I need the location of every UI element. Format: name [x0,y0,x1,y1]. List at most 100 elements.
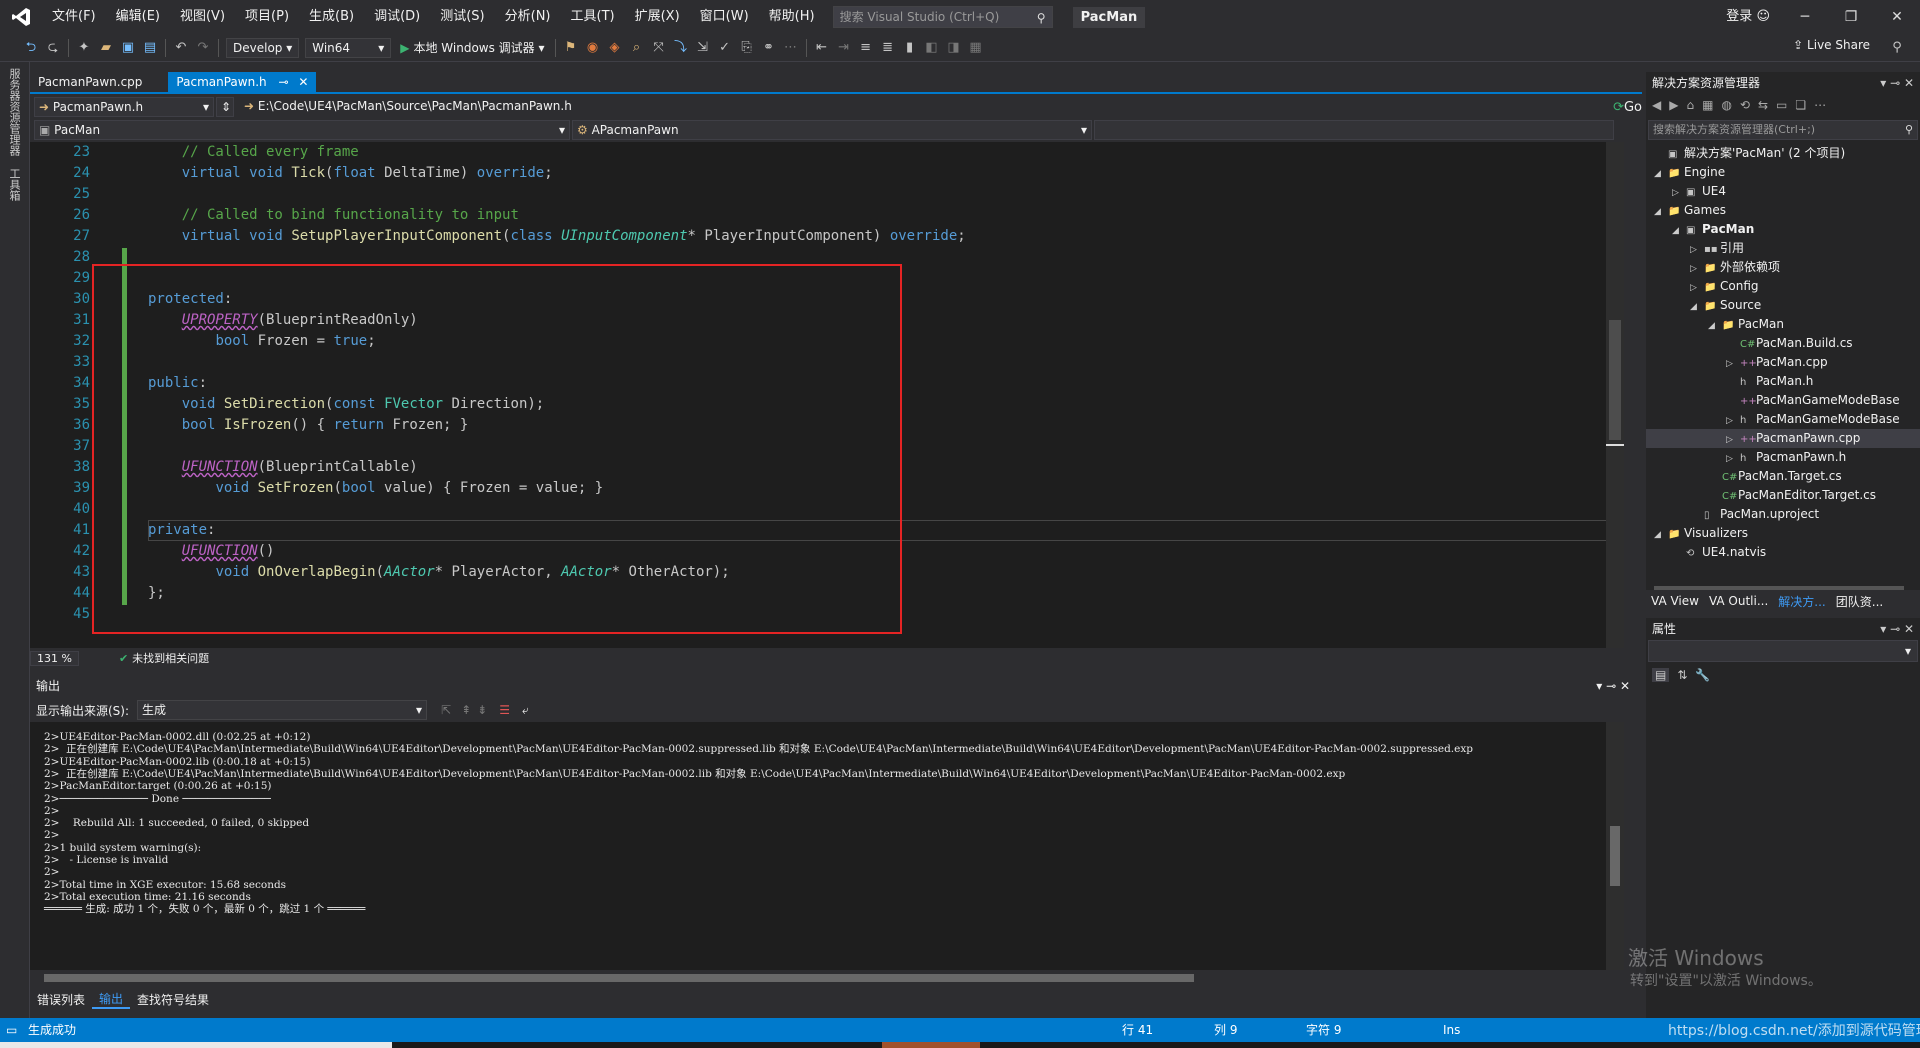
tree-item[interactable]: h PacMan.h [1646,372,1920,391]
home-icon[interactable]: ⌂ [1686,98,1694,112]
file-select[interactable]: ➜ PacmanPawn.h ▾ [34,97,214,117]
open-folder-icon[interactable]: ▰ [95,37,117,59]
properties-object-select[interactable]: ▾ [1648,640,1918,662]
menu-item[interactable]: 编辑(E) [106,0,170,34]
comment-icon[interactable]: ≡ [855,37,877,59]
server-explorer-tab[interactable]: 服务器资源管理器 [0,62,28,162]
save-all-icon[interactable]: ▤ [139,37,161,59]
va-tool-icon[interactable]: ◈ [604,37,626,59]
show-all-files-icon[interactable]: ❏ [1795,98,1806,112]
feedback-icon[interactable]: ⚲ [1886,37,1908,59]
history-icon[interactable]: ⟲ [1740,98,1750,112]
go-button[interactable]: ⟳Go [1613,100,1642,115]
uncomment-icon[interactable]: ≣ [877,37,899,59]
property-pages-icon[interactable]: 🔧 [1695,668,1710,682]
next-message-icon[interactable]: ⇟ [477,703,487,717]
class-scope-select[interactable]: ⚙ APacmanPawn ▾ [572,120,1092,140]
panel-window-controls[interactable]: ▾ ⊸ ✕ [1880,72,1914,94]
editor-vertical-scrollbar[interactable] [1606,142,1624,648]
solution-search-input[interactable]: 搜索解决方案资源管理器(Ctrl+;) ⚲ [1648,120,1918,140]
tab-pacmanpawn-h[interactable]: PacmanPawn.h ⊸ ✕ [168,72,317,92]
tree-item[interactable]: ▷ 📁 Config [1646,277,1920,296]
quick-launch-search-input[interactable]: 搜索 Visual Studio (Ctrl+Q) ⚲ [832,6,1053,28]
clear-all-icon[interactable]: ☰ [499,703,510,717]
menu-item[interactable]: 帮助(H) [759,0,825,34]
pin-icon[interactable]: ⊸ [278,75,288,89]
tree-item[interactable]: ◢ 📁 Games [1646,201,1920,220]
menu-item[interactable]: 调试(D) [364,0,430,34]
undo-icon[interactable]: ↶ [170,37,192,59]
zoom-level-select[interactable]: 131 % [30,650,79,666]
tree-item[interactable]: C#PacManEditor.Target.cs [1646,486,1920,505]
output-source-select[interactable]: 生成 ▾ [137,700,428,720]
panel-window-controls[interactable]: ▾ ⊸ ✕ [1596,676,1630,696]
save-icon[interactable]: ▣ [117,37,139,59]
menu-item[interactable]: 生成(B) [299,0,364,34]
menu-item[interactable]: 测试(S) [430,0,494,34]
link-icon[interactable]: ⚭ [758,37,780,59]
tree-item[interactable]: C#PacMan.Target.cs [1646,467,1920,486]
tab-solution-explorer[interactable]: 解决方... [1773,593,1830,610]
alphabetical-icon[interactable]: ⇅ [1677,668,1687,682]
menu-item[interactable]: 扩展(X) [625,0,690,34]
tree-item[interactable]: ▷ 📁 外部依赖项 [1646,258,1920,277]
tree-item[interactable]: ◢ 📁 PacMan [1646,315,1920,334]
tab-error-list[interactable]: 错误列表 [30,991,92,1008]
output-vertical-scrollbar[interactable] [1606,722,1624,970]
prev-bookmark-icon[interactable]: ◧ [921,37,943,59]
tree-item[interactable]: C#PacMan.Build.cs [1646,334,1920,353]
member-scope-select[interactable] [1094,120,1614,140]
file-path-select[interactable]: ➜ E:\Code\UE4\PacMan\Source\PacMan\Pacma… [240,97,1340,117]
menu-item[interactable]: 窗口(W) [690,0,759,34]
outdent-icon[interactable]: ⇥ [833,37,855,59]
bookmark-list-icon[interactable]: ⎘ [736,37,758,59]
issues-indicator[interactable]: ✔ 未找到相关问题 [119,650,209,666]
find-icon[interactable]: ⌕ [626,37,648,59]
tree-item[interactable]: ◢ 📁 Source [1646,296,1920,315]
menu-item[interactable]: 视图(V) [170,0,235,34]
properties-icon[interactable]: ⋯ [1814,98,1826,112]
scroll-thumb[interactable] [44,974,1194,982]
tree-item[interactable]: ◢ 📁 Visualizers [1646,524,1920,543]
file-select-spinner[interactable]: ⇕ [216,97,234,117]
goto-icon[interactable]: ⇲ [692,37,714,59]
code-editor[interactable]: 23 // Called every frame 24 virtual void … [30,142,1624,648]
categorized-icon[interactable]: ▤ [1652,668,1670,682]
menu-item[interactable]: 文件(F) [42,0,106,34]
tab-output[interactable]: 输出 [92,990,131,1009]
start-debugging-button[interactable]: ▶ 本地 Windows 调试器 ▾ [394,39,550,56]
scroll-thumb[interactable] [1610,826,1620,886]
tree-item[interactable]: ▷ ▣ UE4 [1646,182,1920,201]
project-scope-select[interactable]: ▣ PacMan ▾ [34,120,570,140]
new-project-icon[interactable]: ✦ [73,37,95,59]
prev-message-icon[interactable]: ⇞ [461,703,471,717]
collapse-all-icon[interactable]: ▭ [1776,98,1787,112]
configuration-select[interactable]: Develop ▾ [226,37,300,58]
menu-item[interactable]: 分析(N) [495,0,561,34]
output-text-area[interactable]: 2>UE4Editor-PacMan-0002.dll (0:02.25 at … [30,722,1624,970]
tree-item[interactable]: ▷ ++PacMan.cpp [1646,353,1920,372]
forward-icon[interactable]: ▶ [1669,98,1678,112]
login-button[interactable]: 登录 ☺ [1726,0,1770,34]
tree-item[interactable]: ▷ h PacManGameModeBase [1646,410,1920,429]
tree-item[interactable]: ▷ h PacmanPawn.h [1646,448,1920,467]
tree-item[interactable]: ◢ ▣ PacMan [1646,220,1920,239]
back-icon[interactable]: ◀ [1652,98,1661,112]
find-message-icon[interactable]: ⇱ [441,703,451,717]
tree-item[interactable]: ▣ 解决方案'PacMan' (2 个项目) [1646,144,1920,163]
tab-va-outline[interactable]: VA Outli... [1704,594,1773,608]
tab-find-symbol-results[interactable]: 查找符号结果 [130,991,216,1008]
toolbox-tab[interactable]: 工具箱 [0,162,28,207]
globe-icon[interactable]: ◍ [1721,98,1731,112]
output-horizontal-scrollbar[interactable] [30,970,1642,986]
tab-pacmanpawn-cpp[interactable]: PacmanPawn.cpp [30,72,150,92]
va-tool-icon[interactable]: ◉ [582,37,604,59]
tree-item[interactable]: ◢ 📁 Engine [1646,163,1920,182]
word-wrap-icon[interactable]: ⤶ [522,703,529,718]
spell-check-icon[interactable]: ✓ [714,37,736,59]
close-icon[interactable]: ✕ [298,75,308,89]
status-insert-mode[interactable]: Ins [1443,1018,1460,1042]
refactor-icon[interactable]: ⤧ [648,37,670,59]
redo-icon[interactable]: ↷ [192,37,214,59]
tree-item[interactable]: ▯ PacMan.uproject [1646,505,1920,524]
